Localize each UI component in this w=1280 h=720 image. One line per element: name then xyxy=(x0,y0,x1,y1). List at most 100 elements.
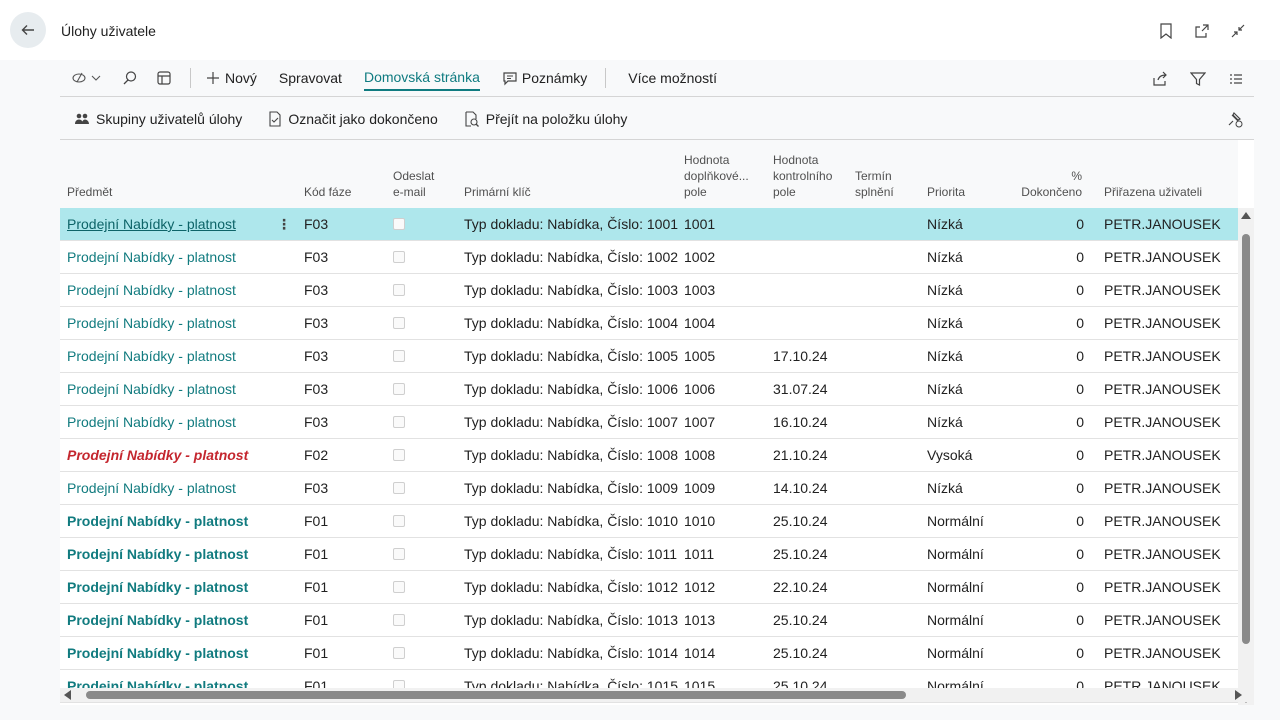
collapse-icon[interactable] xyxy=(1228,21,1248,41)
primary-key: Typ dokladu: Nabídka, Číslo: 1004 xyxy=(464,315,678,331)
send-email-checkbox[interactable] xyxy=(393,439,413,472)
scroll-up-icon[interactable] xyxy=(1241,212,1251,219)
table-row[interactable]: Prodejní Nabídky - platnost F02 Typ doklad… xyxy=(60,439,1238,472)
document-check-icon xyxy=(269,110,281,127)
table-row[interactable]: Prodejní Nabídky - platnost F03 Typ doklad… xyxy=(60,241,1238,274)
notes-button[interactable]: Poznámky xyxy=(502,60,587,97)
table-row[interactable]: Prodejní Nabídky - platnost F01 Typ doklad… xyxy=(60,604,1238,637)
task-subject-link[interactable]: Prodejní Nabídky - platnost xyxy=(67,472,277,505)
task-subject-link[interactable]: Prodejní Nabídky - platnost xyxy=(67,538,277,571)
table-analysis-icon xyxy=(157,71,171,85)
table-row[interactable]: Prodejní Nabídky - platnost F03 Typ doklad… xyxy=(60,373,1238,406)
send-email-checkbox[interactable] xyxy=(393,241,413,274)
column-header-assigned-user[interactable]: Přiřazena uživateli xyxy=(1104,184,1202,200)
send-email-checkbox[interactable] xyxy=(393,538,413,571)
column-header-send-email[interactable]: Odeslat e-mail xyxy=(393,168,434,200)
mark-complete-button[interactable]: Označit jako dokončeno xyxy=(268,110,438,127)
column-header-phase[interactable]: Kód fáze xyxy=(304,184,351,200)
phase-code: F01 xyxy=(304,612,329,628)
promoted-actions-bar: Skupiny uživatelů úlohy Označit jako dok… xyxy=(60,98,1254,140)
send-email-checkbox[interactable] xyxy=(393,637,413,670)
extra-field-value: 1006 xyxy=(684,381,716,397)
home-tab[interactable]: Domovská stránka xyxy=(363,60,480,97)
phase-code: F03 xyxy=(304,381,329,397)
share-icon[interactable] xyxy=(1150,69,1170,89)
horizontal-scroll-thumb[interactable] xyxy=(86,691,906,699)
home-label: Domovská stránka xyxy=(363,65,480,91)
analysis-button[interactable] xyxy=(156,60,172,97)
vertical-scroll-thumb[interactable] xyxy=(1242,234,1250,644)
scroll-left-icon[interactable] xyxy=(64,690,71,700)
page-header: Úlohy uživatele xyxy=(0,0,1280,60)
phase-code: F01 xyxy=(304,513,329,529)
send-email-checkbox[interactable] xyxy=(393,208,413,241)
assigned-user: PETR.JANOUSEK xyxy=(1104,645,1221,661)
horizontal-scrollbar[interactable] xyxy=(60,688,1254,702)
task-subject-link[interactable]: Prodejní Nabídky - platnost xyxy=(67,340,277,373)
table-row[interactable]: Prodejní Nabídky - platnost F01 Typ doklad… xyxy=(60,538,1238,571)
column-header-extra-value[interactable]: Hodnota doplňkové... pole xyxy=(684,152,749,200)
pin-icon[interactable] xyxy=(1224,109,1244,129)
column-header-subject[interactable]: Předmět xyxy=(67,184,112,200)
column-header-primary-key[interactable]: Primární klíč xyxy=(464,184,531,200)
send-email-checkbox[interactable] xyxy=(393,604,413,637)
send-email-checkbox[interactable] xyxy=(393,373,413,406)
manage-menu[interactable]: Spravovat xyxy=(279,60,342,97)
vertical-scrollbar[interactable] xyxy=(1238,208,1254,705)
column-header-percent-complete[interactable]: % Dokončeno xyxy=(1000,168,1082,200)
table-row[interactable]: Prodejní Nabídky - platnost F01 Typ doklad… xyxy=(60,571,1238,604)
more-options-button[interactable]: Více možností xyxy=(628,60,717,97)
send-email-checkbox[interactable] xyxy=(393,505,413,538)
notes-label: Poznámky xyxy=(521,70,588,86)
task-subject-link[interactable]: Prodejní Nabídky - platnost xyxy=(67,208,277,241)
task-subject-link[interactable]: Prodejní Nabídky - platnost xyxy=(67,307,277,340)
extra-field-value: 1009 xyxy=(684,480,716,496)
table-row[interactable]: Prodejní Nabídky - platnost F03 Typ doklad… xyxy=(60,406,1238,439)
task-subject-link[interactable]: Prodejní Nabídky - platnost xyxy=(67,241,277,274)
column-header-due-date[interactable]: Termín splnění xyxy=(855,168,894,200)
priority: Nízká xyxy=(927,216,963,232)
row-actions-icon[interactable]: ⋮ xyxy=(276,208,292,241)
filter-icon[interactable] xyxy=(1188,69,1208,89)
table-row[interactable]: Prodejní Nabídky - platnost F03 Typ doklad… xyxy=(60,274,1238,307)
task-subject-link[interactable]: Prodejní Nabídky - platnost xyxy=(67,505,277,538)
go-to-task-item-button[interactable]: Přejít na položku úlohy xyxy=(464,111,627,127)
task-subject-link[interactable]: Prodejní Nabídky - platnost xyxy=(67,274,277,307)
task-subject-link[interactable]: Prodejní Nabídky - platnost xyxy=(67,604,277,637)
task-subject-link[interactable]: Prodejní Nabídky - platnost xyxy=(67,637,277,670)
send-email-checkbox[interactable] xyxy=(393,571,413,604)
send-email-checkbox[interactable] xyxy=(393,307,413,340)
new-label: Nový xyxy=(225,70,257,86)
table-row[interactable]: Prodejní Nabídky - platnost F03 Typ doklad… xyxy=(60,472,1238,505)
table-row[interactable]: Prodejní Nabídky - platnost F01 Typ doklad… xyxy=(60,637,1238,670)
task-subject-link[interactable]: Prodejní Nabídky - platnost xyxy=(67,439,277,472)
priority: Normální xyxy=(927,579,984,595)
send-email-checkbox[interactable] xyxy=(393,406,413,439)
task-subject-link[interactable]: Prodejní Nabídky - platnost xyxy=(67,373,277,406)
column-header-control-value[interactable]: Hodnota kontrolního pole xyxy=(773,152,832,200)
task-subject-link[interactable]: Prodejní Nabídky - platnost xyxy=(67,406,277,439)
percent-complete: 0 xyxy=(1076,249,1084,265)
column-header-priority[interactable]: Priorita xyxy=(927,184,965,200)
primary-key: Typ dokladu: Nabídka, Číslo: 1001 xyxy=(464,216,678,232)
bookmark-icon[interactable] xyxy=(1156,21,1176,41)
percent-complete: 0 xyxy=(1076,282,1084,298)
phase-code: F03 xyxy=(304,249,329,265)
new-button[interactable]: Nový xyxy=(205,60,257,97)
edit-mode-menu[interactable] xyxy=(72,60,102,97)
back-button[interactable] xyxy=(10,12,46,48)
scroll-right-icon[interactable] xyxy=(1235,690,1242,700)
user-groups-button[interactable]: Skupiny uživatelů úlohy xyxy=(74,111,242,127)
task-subject-link[interactable]: Prodejní Nabídky - platnost xyxy=(67,571,277,604)
table-row[interactable]: Prodejní Nabídky - platnost F03 Typ doklad… xyxy=(60,307,1238,340)
send-email-checkbox[interactable] xyxy=(393,340,413,373)
priority: Nízká xyxy=(927,480,963,496)
table-row[interactable]: Prodejní Nabídky - platnost F01 Typ doklad… xyxy=(60,505,1238,538)
table-row[interactable]: Prodejní Nabídky - platnost F03 Typ doklad… xyxy=(60,340,1238,373)
send-email-checkbox[interactable] xyxy=(393,472,413,505)
search-button[interactable] xyxy=(122,60,138,97)
list-view-icon[interactable] xyxy=(1226,69,1246,89)
open-new-window-icon[interactable] xyxy=(1192,21,1212,41)
table-row[interactable]: Prodejní Nabídky - platnost ⋮ F03 Typ dokla… xyxy=(60,208,1238,241)
send-email-checkbox[interactable] xyxy=(393,274,413,307)
